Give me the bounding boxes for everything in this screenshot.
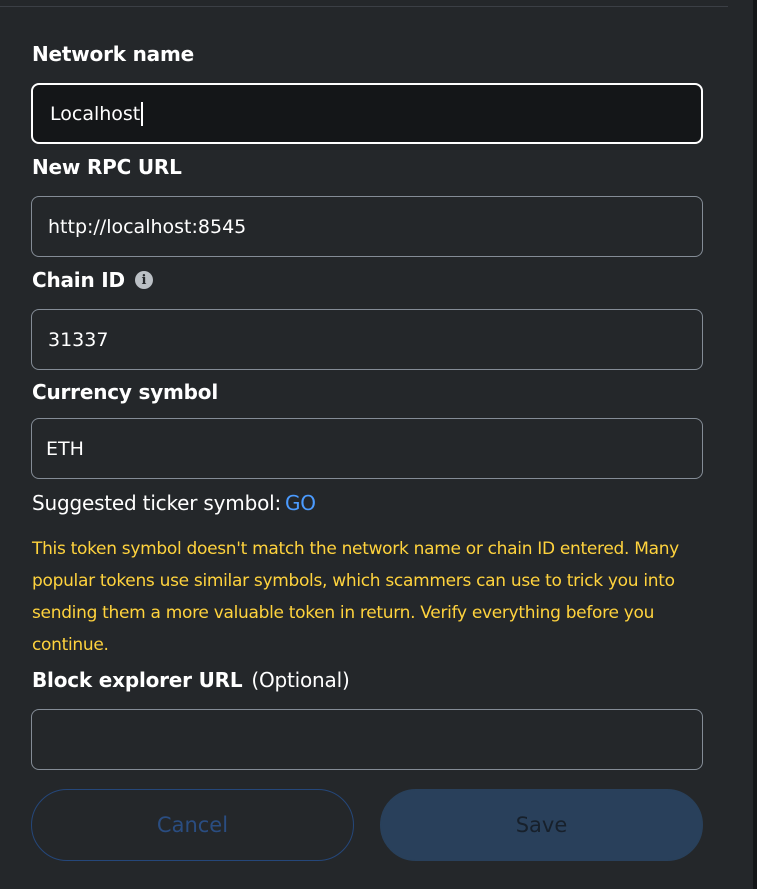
suggested-ticker-line: Suggested ticker symbol: GO: [32, 491, 316, 515]
network-name-label-text: Network name: [32, 42, 194, 66]
chain-id-label-text: Chain ID: [32, 268, 125, 292]
chain-id-label: Chain ID i: [32, 268, 153, 292]
block-explorer-label: Block explorer URL (Optional): [32, 668, 350, 692]
save-button-label: Save: [515, 813, 568, 837]
save-button[interactable]: Save: [380, 789, 703, 861]
rpc-url-label: New RPC URL: [32, 155, 182, 179]
currency-symbol-label: Currency symbol: [32, 380, 218, 404]
text-caret: [141, 101, 143, 126]
chain-id-value: 31337: [48, 328, 109, 351]
currency-symbol-label-text: Currency symbol: [32, 380, 218, 404]
suggested-ticker-prefix: Suggested ticker symbol:: [32, 491, 281, 515]
window-edge: [753, 0, 757, 889]
suggested-ticker-link[interactable]: GO: [285, 491, 316, 515]
currency-symbol-value: ETH: [46, 437, 84, 460]
rpc-url-label-text: New RPC URL: [32, 155, 182, 179]
rpc-url-value: http://localhost:8545: [48, 215, 247, 238]
network-name-input[interactable]: Localhost: [31, 83, 703, 144]
rpc-url-input[interactable]: http://localhost:8545: [31, 196, 703, 257]
currency-symbol-input[interactable]: ETH: [31, 418, 703, 479]
cancel-button[interactable]: Cancel: [31, 789, 354, 861]
info-icon[interactable]: i: [134, 271, 153, 289]
chain-id-input[interactable]: 31337: [31, 309, 703, 370]
optional-tag: (Optional): [251, 668, 350, 692]
block-explorer-label-text: Block explorer URL: [32, 668, 243, 692]
network-name-value: Localhost: [50, 102, 141, 125]
top-divider: [0, 6, 728, 7]
network-name-label: Network name: [32, 42, 194, 66]
block-explorer-input[interactable]: [31, 709, 703, 770]
cancel-button-label: Cancel: [156, 813, 229, 837]
ticker-mismatch-warning: This token symbol doesn't match the netw…: [32, 539, 679, 655]
